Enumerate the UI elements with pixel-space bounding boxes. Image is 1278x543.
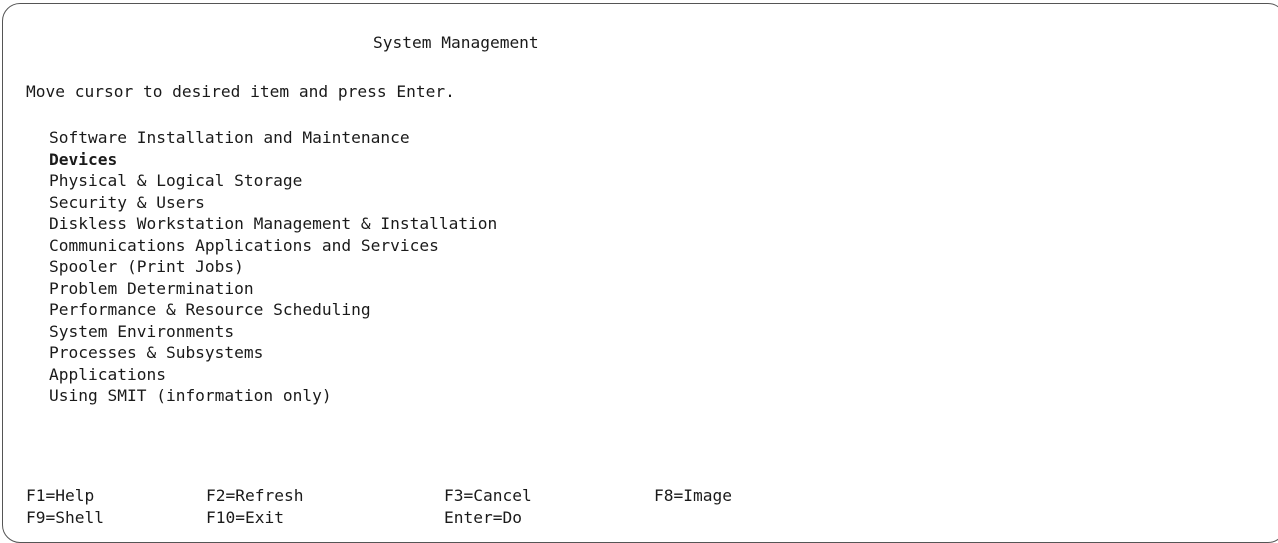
menu-list: Software Installation and Maintenance De… <box>49 127 497 407</box>
menu-item-applications[interactable]: Applications <box>49 364 497 386</box>
enter-do-key[interactable]: Enter=Do <box>444 507 522 529</box>
f3-cancel-key[interactable]: F3=Cancel <box>444 485 532 507</box>
f10-exit-key[interactable]: F10=Exit <box>206 507 284 529</box>
menu-item-system-environments[interactable]: System Environments <box>49 321 497 343</box>
f8-image-key[interactable]: F8=Image <box>654 485 732 507</box>
menu-item-software-installation[interactable]: Software Installation and Maintenance <box>49 127 497 149</box>
menu-item-communications[interactable]: Communications Applications and Services <box>49 235 497 257</box>
instruction-text: Move cursor to desired item and press En… <box>26 82 455 101</box>
menu-item-using-smit[interactable]: Using SMIT (information only) <box>49 385 497 407</box>
terminal-screen: System Management Move cursor to desired… <box>2 3 1278 543</box>
f2-refresh-key[interactable]: F2=Refresh <box>206 485 303 507</box>
menu-item-problem-determination[interactable]: Problem Determination <box>49 278 497 300</box>
menu-item-security-users[interactable]: Security & Users <box>49 192 497 214</box>
page-title: System Management <box>373 33 539 52</box>
menu-item-spooler[interactable]: Spooler (Print Jobs) <box>49 256 497 278</box>
menu-item-processes-subsystems[interactable]: Processes & Subsystems <box>49 342 497 364</box>
menu-item-diskless-workstation[interactable]: Diskless Workstation Management & Instal… <box>49 213 497 235</box>
menu-item-performance-scheduling[interactable]: Performance & Resource Scheduling <box>49 299 497 321</box>
menu-item-physical-logical-storage[interactable]: Physical & Logical Storage <box>49 170 497 192</box>
menu-item-devices[interactable]: Devices <box>49 149 497 171</box>
f1-help-key[interactable]: F1=Help <box>26 485 94 507</box>
f9-shell-key[interactable]: F9=Shell <box>26 507 104 529</box>
